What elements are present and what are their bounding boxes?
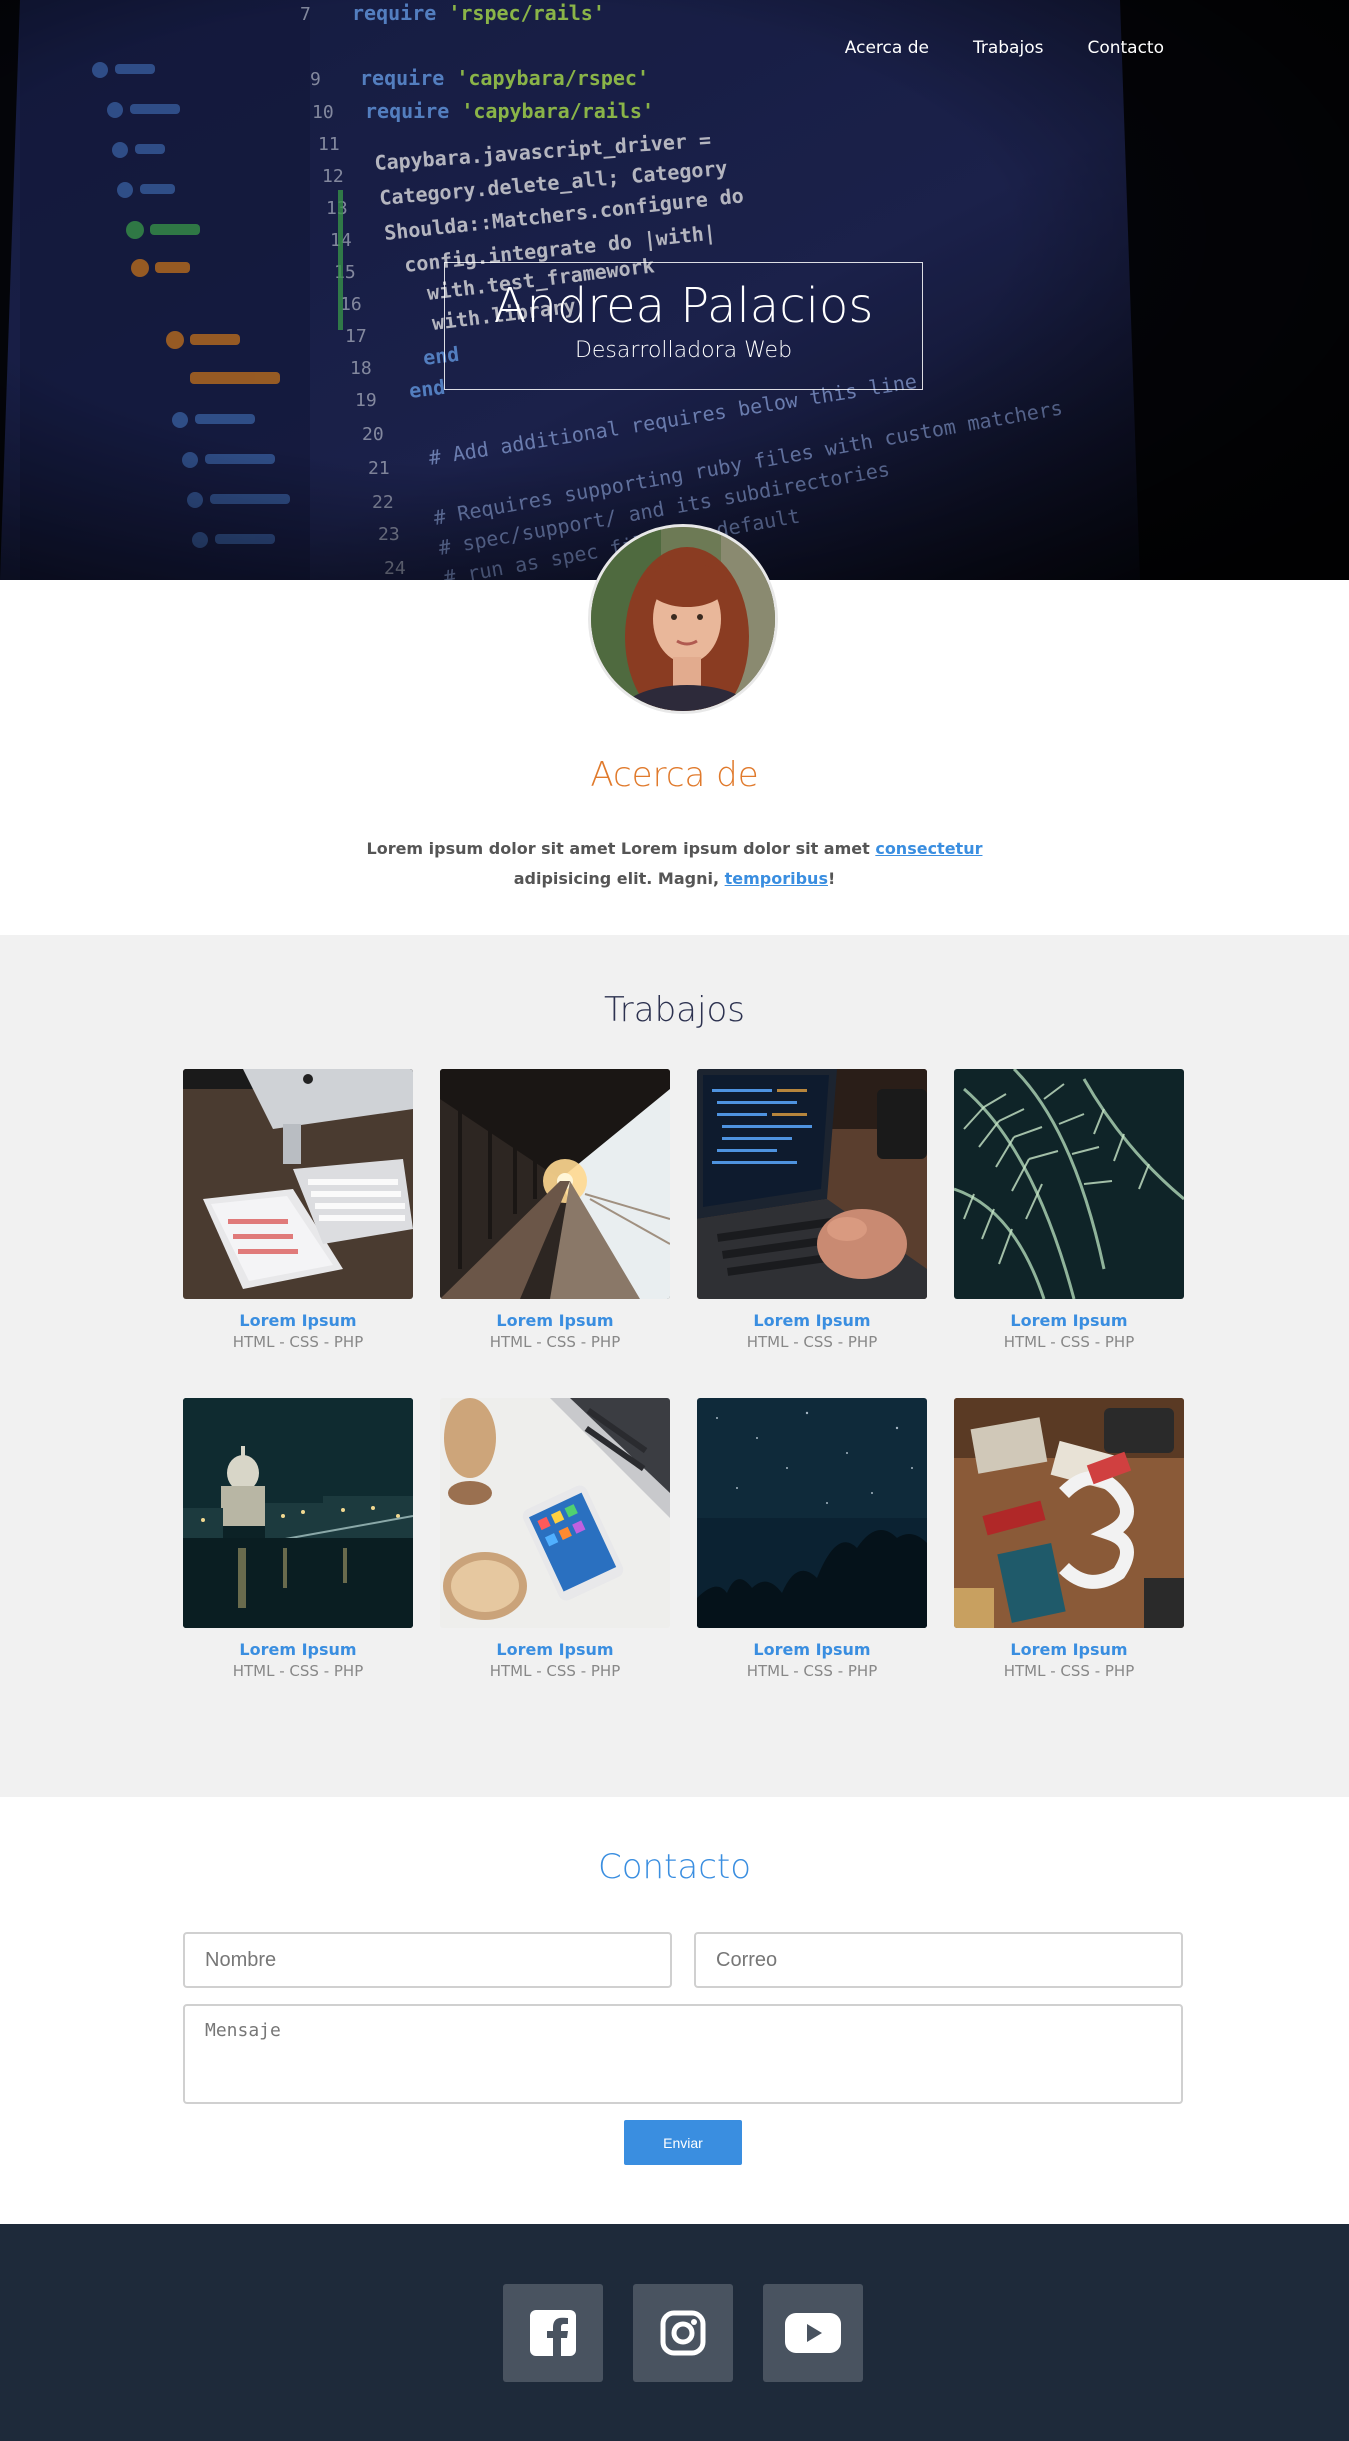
contact-title: Contacto [597,1847,752,1887]
work-title[interactable]: Lorem Ipsum [954,1311,1184,1330]
works-grid: Lorem Ipsum HTML - CSS - PHP Lorem Ipsum [183,1069,1184,1680]
work-card[interactable]: Lorem Ipsum HTML - CSS - PHP [183,1398,413,1680]
hero-name: Andrea Palacios [493,278,874,334]
hero-title-box: Andrea Palacios Desarrolladora Web [444,262,923,390]
about-text-part-b: adipisicing elit. Magni, [513,869,725,888]
work-title[interactable]: Lorem Ipsum [440,1311,670,1330]
youtube-icon[interactable] [763,2284,863,2382]
works-section: Trabajos Lorem Ipsum HTML - CSS - PHP Lo… [0,935,1349,1797]
about-link-temporibus[interactable]: temporibus [725,869,828,888]
work-card[interactable]: Lorem Ipsum HTML - CSS - PHP [440,1069,670,1351]
work-tech: HTML - CSS - PHP [232,1333,364,1351]
work-card[interactable]: Lorem Ipsum HTML - CSS - PHP [697,1069,927,1351]
work-card[interactable]: Lorem Ipsum HTML - CSS - PHP [954,1398,1184,1680]
work-tech: HTML - CSS - PHP [746,1662,878,1680]
about-text-part-c: ! [827,869,836,888]
work-card[interactable]: Lorem Ipsum HTML - CSS - PHP [183,1069,413,1351]
work-thumb-laptop-coding[interactable] [697,1069,927,1299]
instagram-icon[interactable] [633,2284,733,2382]
work-thumb-train-station-sunset[interactable] [440,1069,670,1299]
about-text-part-a: Lorem ipsum dolor sit amet Lorem ipsum d… [366,839,876,858]
work-tech: HTML - CSS - PHP [232,1662,364,1680]
contact-section: Contacto Enviar [0,1797,1349,2224]
work-tech: HTML - CSS - PHP [1003,1662,1135,1680]
work-thumb-fern-leaves[interactable] [954,1069,1184,1299]
work-title[interactable]: Lorem Ipsum [697,1640,927,1659]
send-button[interactable]: Enviar [624,2120,742,2165]
work-tech: HTML - CSS - PHP [1003,1333,1135,1351]
work-tech: HTML - CSS - PHP [746,1333,878,1351]
work-title[interactable]: Lorem Ipsum [954,1640,1184,1659]
work-thumb-desk-imac-tablet[interactable] [183,1069,413,1299]
work-card[interactable]: Lorem Ipsum HTML - CSS - PHP [697,1398,927,1680]
about-section: Acerca de Lorem ipsum dolor sit amet Lor… [0,524,1349,935]
avatar-photo [591,527,775,711]
work-thumb-starry-night-trees[interactable] [697,1398,927,1628]
work-tech: HTML - CSS - PHP [489,1333,621,1351]
works-title: Trabajos [604,990,745,1030]
work-thumb-city-night-cathedral[interactable] [183,1398,413,1628]
social-links [503,2284,863,2382]
nav-link-about[interactable]: Acerca de [845,38,929,58]
email-field[interactable] [694,1932,1183,1988]
name-field[interactable] [183,1932,672,1988]
nav-link-works[interactable]: Trabajos [973,38,1043,58]
nav-link-contact[interactable]: Contacto [1087,38,1164,58]
footer [0,2224,1349,2441]
main-nav: Acerca de Trabajos Contacto [845,38,1164,58]
work-title[interactable]: Lorem Ipsum [697,1311,927,1330]
message-field[interactable] [183,2004,1183,2104]
hero: 7910 111213 141516 171819 202122 2324 re… [0,0,1349,580]
work-tech: HTML - CSS - PHP [489,1662,621,1680]
about-text: Lorem ipsum dolor sit amet Lorem ipsum d… [320,834,1029,894]
work-card[interactable]: Lorem Ipsum HTML - CSS - PHP [440,1398,670,1680]
work-title[interactable]: Lorem Ipsum [440,1640,670,1659]
facebook-icon[interactable] [503,2284,603,2382]
work-card[interactable]: Lorem Ipsum HTML - CSS - PHP [954,1069,1184,1351]
about-title: Acerca de [590,755,759,795]
hero-role: Desarrolladora Web [574,338,793,364]
avatar [588,524,778,714]
about-link-consectetur[interactable]: consectetur [875,839,982,858]
work-thumb-design-desk-items[interactable] [954,1398,1184,1628]
work-title[interactable]: Lorem Ipsum [183,1311,413,1330]
work-thumb-phone-laptop-desk[interactable] [440,1398,670,1628]
work-title[interactable]: Lorem Ipsum [183,1640,413,1659]
